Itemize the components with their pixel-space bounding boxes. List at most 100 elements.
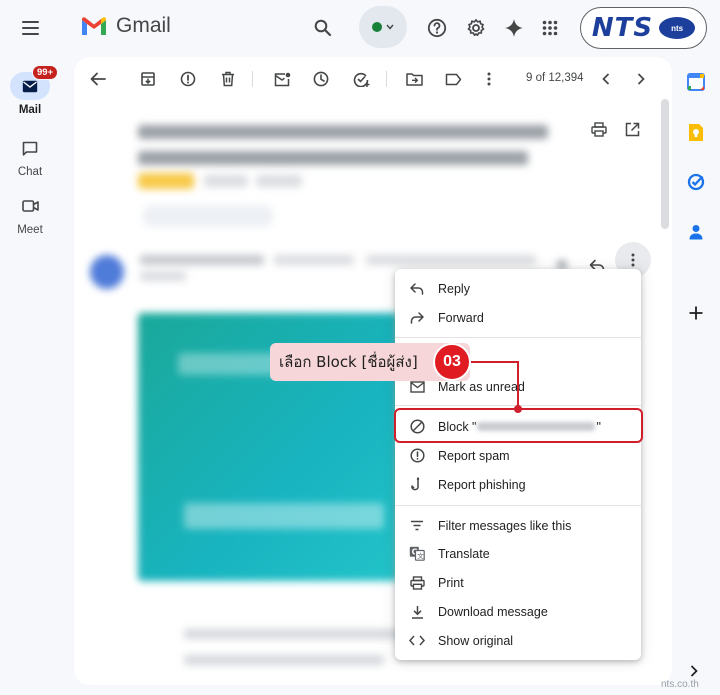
rail-item-meet[interactable]: Meet	[0, 192, 60, 236]
menu-divider	[395, 505, 641, 506]
gmail-m-icon	[82, 16, 106, 35]
clock-icon	[313, 71, 329, 87]
filter-icon	[411, 520, 423, 531]
delete-button[interactable]	[216, 67, 240, 91]
account-button[interactable]: NTS nts	[580, 7, 707, 49]
callout-text: เลือก Block [ชื่อผู้ส่ง]	[279, 353, 418, 371]
menu-item-forward[interactable]: Forward	[395, 303, 641, 332]
rail-label-meet: Meet	[17, 224, 43, 236]
more-vertical-icon	[631, 253, 635, 267]
chevron-down-icon	[386, 24, 394, 30]
menu-item-print[interactable]: Print	[395, 568, 641, 597]
tasks-icon	[687, 173, 705, 191]
callout-connector	[471, 361, 519, 363]
support-button[interactable]	[423, 14, 451, 42]
menu-label: Report spam	[438, 448, 510, 463]
phishing-hook-icon	[411, 476, 420, 490]
menu-item-reply[interactable]: Reply	[395, 274, 641, 303]
menu-label: Translate	[438, 546, 490, 561]
snooze-button[interactable]	[309, 67, 333, 91]
email-subject-redacted	[138, 119, 578, 165]
summary-chip	[142, 205, 274, 227]
keep-addon[interactable]	[684, 120, 708, 144]
mark-unread-button[interactable]	[270, 67, 294, 91]
archive-button[interactable]	[136, 67, 160, 91]
move-to-button[interactable]	[402, 67, 426, 91]
rail-label-chat: Chat	[17, 166, 43, 178]
block-highlight-frame	[394, 408, 643, 443]
sender-avatar	[90, 255, 124, 289]
rail-item-mail[interactable]: 99+ Mail	[0, 65, 60, 116]
chevron-left-icon	[602, 73, 610, 85]
mark-unread-icon	[274, 72, 290, 86]
step-number-badge: 03	[433, 343, 471, 381]
menu-item-download[interactable]: Download message	[395, 597, 641, 626]
trash-icon	[222, 71, 234, 87]
search-icon	[314, 19, 332, 37]
menu-label: Download message	[438, 604, 548, 619]
menu-label: Reply	[438, 281, 470, 296]
keep-icon	[689, 123, 703, 141]
add-task-button[interactable]	[349, 67, 373, 91]
download-icon	[411, 605, 423, 619]
nts-avatar: nts	[659, 17, 696, 39]
labels-button[interactable]	[441, 67, 465, 91]
toolbar-separator	[386, 71, 387, 87]
menu-label: Filter messages like this	[438, 518, 572, 533]
main-menu-button[interactable]	[14, 14, 46, 42]
message-scrollbar[interactable]	[661, 99, 669, 229]
svg-text:文: 文	[417, 551, 424, 560]
mail-icon	[22, 80, 38, 92]
back-button[interactable]	[86, 67, 110, 91]
apps-button[interactable]	[536, 14, 564, 42]
print-all-button[interactable]	[587, 117, 611, 141]
gemini-sparkle-icon	[505, 19, 523, 37]
apps-grid-icon	[542, 20, 558, 36]
status-selector[interactable]	[359, 6, 407, 48]
mark-unread-icon	[409, 380, 425, 393]
menu-label: Mark as unread	[438, 379, 525, 394]
recipient-redacted	[140, 271, 186, 281]
calendar-addon[interactable]	[684, 70, 708, 94]
more-actions-button[interactable]	[477, 67, 501, 91]
gmail-wordmark: Gmail	[116, 14, 171, 37]
report-spam-button[interactable]	[176, 67, 200, 91]
unread-badge: 99+	[32, 65, 59, 80]
menu-label: Report phishing	[438, 477, 526, 492]
arrow-left-icon	[90, 72, 106, 86]
sender-email-redacted	[274, 255, 354, 265]
rail-label-mail: Mail	[18, 104, 42, 116]
menu-divider	[395, 337, 641, 338]
menu-item-translate[interactable]: G文 Translate	[395, 539, 641, 568]
get-addons-button[interactable]	[684, 301, 708, 325]
menu-item-filter[interactable]: Filter messages like this	[395, 511, 641, 540]
gmail-logo[interactable]: Gmail	[80, 14, 171, 38]
calendar-icon	[687, 73, 705, 91]
newer-button[interactable]	[594, 67, 618, 91]
older-button[interactable]	[629, 67, 653, 91]
toolbar-separator	[252, 71, 253, 87]
menu-label: Print	[438, 575, 464, 590]
email-body-line	[184, 655, 384, 665]
menu-item-report-spam[interactable]: Report spam	[395, 441, 641, 470]
callout-connector-dot	[514, 405, 522, 413]
open-new-window-button[interactable]	[620, 117, 644, 141]
print-icon	[409, 575, 425, 590]
menu-item-show-original[interactable]: Show original	[395, 626, 641, 655]
rail-item-chat[interactable]: Chat	[0, 134, 60, 178]
category-chip	[138, 173, 194, 189]
archive-icon	[141, 72, 155, 86]
label-icon	[445, 73, 461, 85]
contacts-addon[interactable]	[684, 220, 708, 244]
tasks-addon[interactable]	[684, 170, 708, 194]
settings-button[interactable]	[462, 14, 490, 42]
print-icon	[591, 121, 607, 137]
plus-icon	[689, 306, 703, 320]
reply-icon	[410, 282, 424, 295]
search-button[interactable]	[309, 14, 337, 42]
callout-connector	[517, 361, 519, 407]
gemini-button[interactable]	[500, 14, 528, 42]
gear-icon	[467, 19, 485, 36]
report-spam-icon	[409, 448, 425, 463]
menu-item-report-phishing[interactable]: Report phishing	[395, 470, 641, 499]
